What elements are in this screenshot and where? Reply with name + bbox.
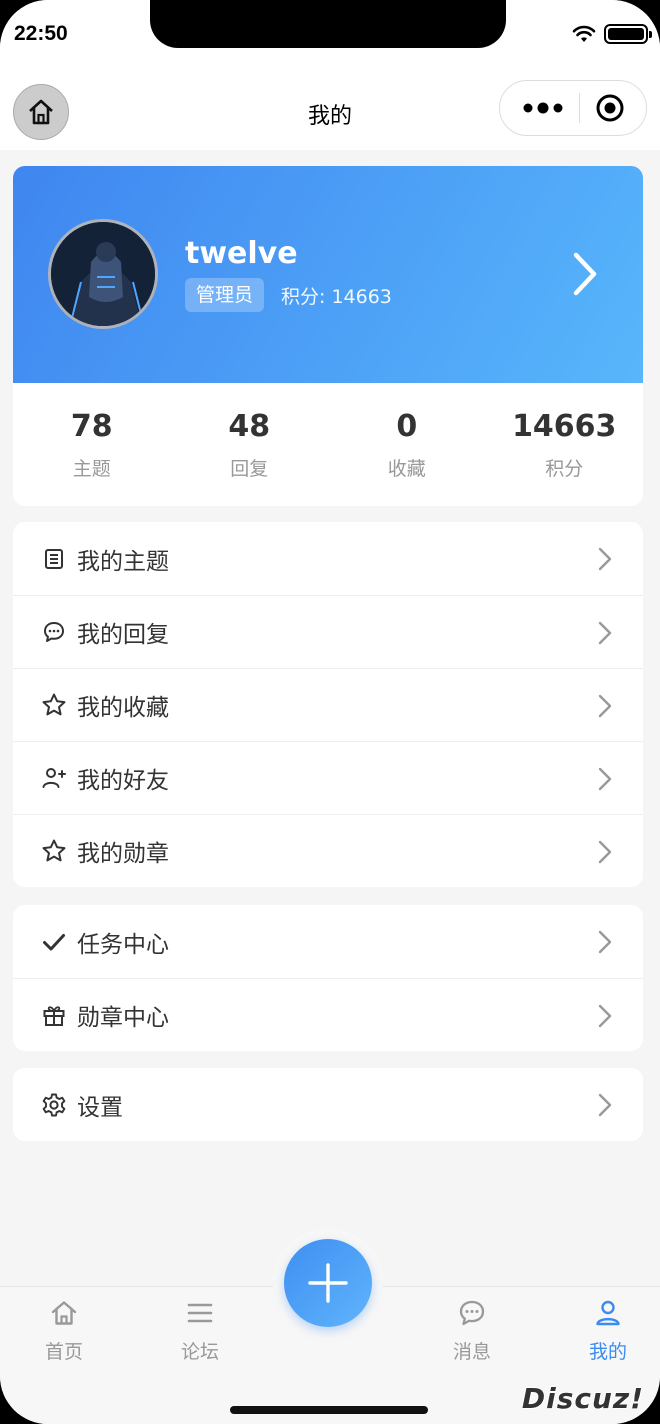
- chevron-right-icon: [598, 840, 612, 864]
- menu-item-task-center[interactable]: 任务中心: [13, 905, 643, 978]
- menu-item-my-medals[interactable]: 我的勋章: [13, 814, 643, 887]
- star-icon: [41, 692, 67, 718]
- tab-home[interactable]: 首页: [24, 1297, 104, 1364]
- watermark: Discuz!: [521, 1382, 644, 1415]
- menu-item-settings[interactable]: 设置: [13, 1068, 643, 1141]
- menu-label: 勋章中心: [77, 1005, 169, 1031]
- notch: [150, 0, 506, 48]
- chevron-right-icon: [598, 694, 612, 718]
- avatar[interactable]: [48, 219, 158, 329]
- status-bar: 22:50: [0, 0, 660, 72]
- menu-item-my-friends[interactable]: 我的好友: [13, 741, 643, 814]
- profile-card: twelve 管理员 积分: 14663 78 主题 48 回复 0 收藏 14…: [13, 166, 643, 506]
- chevron-right-icon: [598, 547, 612, 571]
- menu-label: 我的回复: [77, 622, 169, 648]
- stat-favorites[interactable]: 0 收藏: [328, 409, 486, 481]
- avatar-image: [51, 222, 155, 326]
- stat-topics[interactable]: 78 主题: [13, 409, 171, 481]
- document-icon: [41, 546, 67, 572]
- menu-item-my-favorites[interactable]: 我的收藏: [13, 668, 643, 741]
- menu-item-medal-center[interactable]: 勋章中心: [13, 978, 643, 1051]
- tab-mine[interactable]: 我的: [568, 1297, 648, 1364]
- plus-icon: [308, 1263, 348, 1303]
- stat-label: 积分: [545, 457, 584, 480]
- tab-forum[interactable]: 论坛: [160, 1297, 240, 1364]
- profile-header[interactable]: twelve 管理员 积分: 14663: [13, 166, 643, 383]
- chevron-right-icon[interactable]: [571, 250, 599, 298]
- status-time: 22:50: [14, 22, 68, 45]
- tab-label: 首页: [44, 1341, 83, 1363]
- gift-icon: [41, 1002, 67, 1028]
- tab-label: 论坛: [180, 1341, 219, 1363]
- wifi-icon: [572, 25, 596, 42]
- menu-label: 任务中心: [77, 931, 169, 958]
- close-target-icon[interactable]: [595, 93, 625, 123]
- menu-label: 我的收藏: [77, 695, 169, 721]
- role-badge: 管理员: [185, 278, 265, 312]
- chat-bubble-icon: [432, 1297, 512, 1329]
- stats-row: 78 主题 48 回复 0 收藏 14663 积分: [13, 383, 643, 506]
- menu-label: 我的好友: [77, 768, 169, 794]
- gear-icon: [41, 1092, 67, 1118]
- stat-label: 主题: [72, 457, 111, 480]
- tab-label: 我的: [588, 1341, 627, 1363]
- nav-bar: 我的: [0, 72, 660, 150]
- tab-label: 消息: [452, 1341, 491, 1363]
- menu-label: 我的勋章: [77, 841, 169, 867]
- chat-bubble-icon: [41, 619, 67, 645]
- menu-item-my-topics[interactable]: 我的主题: [13, 522, 643, 595]
- menu-label: 我的主题: [77, 548, 169, 575]
- points-label: 积分: 14663: [281, 286, 392, 308]
- chevron-right-icon: [598, 1093, 612, 1117]
- chevron-right-icon: [598, 767, 612, 791]
- capsule-divider: [578, 93, 580, 123]
- user-icon: [568, 1297, 648, 1329]
- home-icon: [24, 1297, 104, 1329]
- new-post-button[interactable]: [284, 1239, 372, 1327]
- stat-value: 14663: [512, 408, 617, 444]
- stat-points[interactable]: 14663 积分: [486, 409, 644, 481]
- stat-replies[interactable]: 48 回复: [171, 409, 329, 481]
- more-icon[interactable]: [522, 101, 564, 115]
- chevron-right-icon: [598, 1004, 612, 1028]
- menu-label: 设置: [77, 1094, 123, 1121]
- tab-messages[interactable]: 消息: [432, 1297, 512, 1364]
- menu-group-mine: 我的主题 我的回复 我的收藏 我的好友 我的勋章: [13, 522, 643, 887]
- checkmark-icon: [41, 929, 67, 955]
- star-icon: [41, 838, 67, 864]
- chevron-right-icon: [598, 621, 612, 645]
- stat-label: 收藏: [387, 457, 426, 480]
- menu-group-settings: 设置: [13, 1068, 643, 1141]
- menu-item-my-replies[interactable]: 我的回复: [13, 595, 643, 668]
- mini-program-capsule: [499, 80, 647, 136]
- battery-icon: [604, 24, 652, 44]
- home-indicator: [230, 1406, 428, 1414]
- chevron-right-icon: [598, 930, 612, 954]
- stat-value: 78: [70, 408, 113, 444]
- stat-value: 0: [396, 408, 418, 444]
- username: twelve: [185, 236, 298, 271]
- add-friend-icon: [41, 765, 67, 791]
- stat-value: 48: [228, 408, 271, 444]
- menu-group-centers: 任务中心 勋章中心: [13, 905, 643, 1051]
- list-icon: [160, 1297, 240, 1329]
- phone-screen: 22:50 我的 twelve 管理员 积分: 14663 78 主题 48 回…: [0, 0, 660, 1424]
- status-icons: [572, 24, 652, 44]
- stat-label: 回复: [230, 457, 269, 480]
